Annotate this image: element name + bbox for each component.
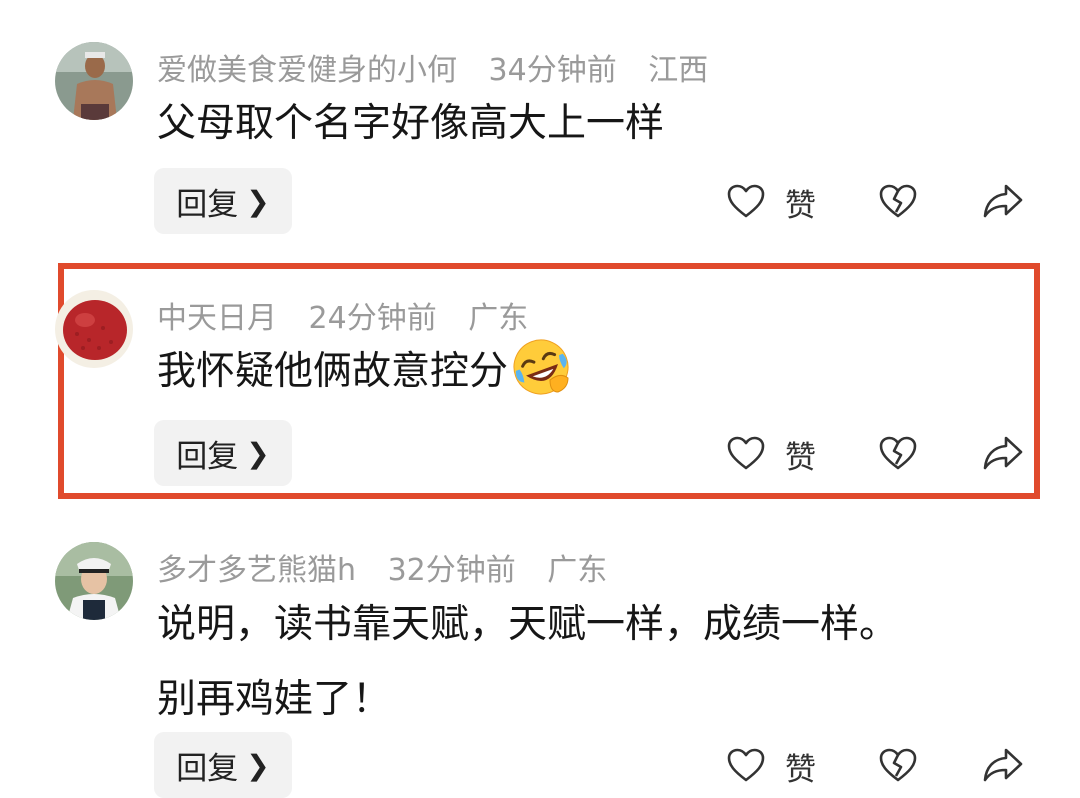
avatar[interactable]	[55, 290, 133, 368]
timestamp: 32分钟前	[387, 553, 516, 588]
heart-icon[interactable]	[726, 747, 766, 783]
username[interactable]: 爱做美食爱健身的小何	[157, 53, 457, 88]
avatar[interactable]	[55, 542, 133, 620]
comment-line-text: 我怀疑他俩故意控分	[157, 349, 509, 394]
comment-line: 我怀疑他俩故意控分	[157, 334, 572, 409]
comment-actions: 赞	[0, 732, 1080, 798]
like-label[interactable]: 赞	[785, 432, 816, 477]
like-label[interactable]: 赞	[785, 180, 816, 225]
share-arrow-icon[interactable]	[982, 746, 1024, 784]
broken-heart-icon[interactable]	[878, 183, 918, 219]
heart-icon[interactable]	[726, 183, 766, 219]
comment-meta: 多才多艺熊猫h 32分钟前 广东	[157, 545, 629, 589]
share-arrow-icon[interactable]	[982, 182, 1024, 220]
location: 广东	[547, 553, 608, 588]
comment-line: 别再鸡娃了！	[157, 677, 392, 722]
comment-actions: 赞	[0, 168, 1080, 234]
comment-meta: 爱做美食爱健身的小何 34分钟前 江西	[157, 45, 730, 89]
broken-heart-icon[interactable]	[878, 747, 918, 783]
heart-icon[interactable]	[726, 435, 766, 471]
rofl-face-emoji	[513, 339, 569, 395]
broken-heart-icon[interactable]	[878, 435, 918, 471]
comment-line: 说明，读书靠天赋，天赋一样，成绩一样。	[157, 602, 899, 647]
comment-line: 父母取个名字好像高大上一样	[157, 101, 665, 146]
location: 江西	[648, 53, 709, 88]
share-arrow-icon[interactable]	[982, 434, 1024, 472]
username[interactable]: 多才多艺熊猫h	[157, 553, 356, 588]
username[interactable]: 中天日月	[157, 301, 277, 336]
comment-text: 父母取个名字好像高大上一样	[157, 86, 664, 161]
comment-text: 我怀疑他俩故意控分	[157, 334, 572, 409]
comment-actions: 赞	[0, 420, 1080, 486]
timestamp: 24分钟前	[308, 301, 437, 336]
comment-text: 说明，读书靠天赋，天赋一样，成绩一样。 别再鸡娃了！	[157, 587, 898, 737]
location: 广东	[468, 301, 529, 336]
like-label[interactable]: 赞	[785, 744, 816, 789]
avatar[interactable]	[55, 42, 133, 120]
comment-meta: 中天日月 24分钟前 广东	[157, 293, 550, 337]
timestamp: 34分钟前	[488, 53, 617, 88]
